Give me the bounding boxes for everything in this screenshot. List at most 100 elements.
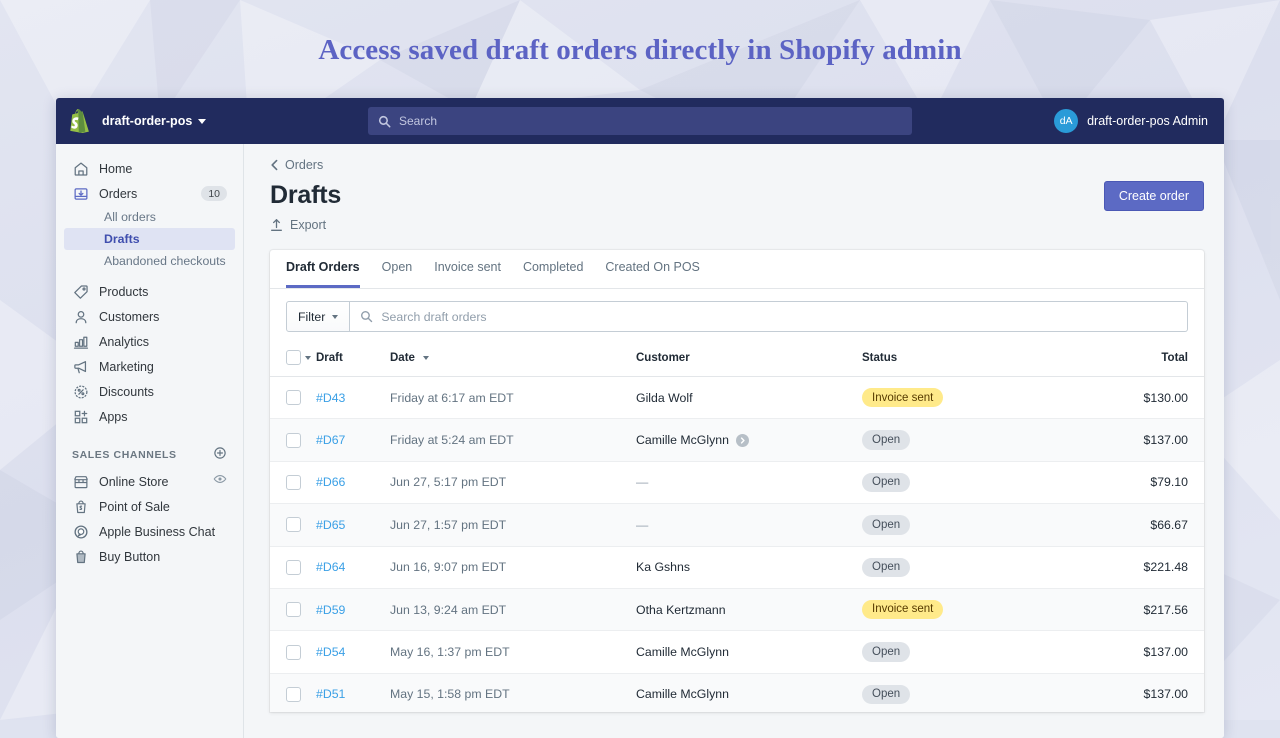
column-customer[interactable]: Customer [636,344,862,377]
row-checkbox[interactable] [286,602,301,618]
sidebar-item-marketing[interactable]: Marketing [64,354,235,379]
export-button[interactable]: Export [270,218,1204,232]
tab-created-on-pos[interactable]: Created On POS [605,260,700,288]
user-name-label: draft-order-pos Admin [1087,114,1208,128]
status-badge: Open [862,684,911,704]
tab-invoice-sent[interactable]: Invoice sent [434,260,501,288]
row-checkbox[interactable] [286,475,301,491]
sidebar-item-analytics[interactable]: Analytics [64,329,235,354]
column-status[interactable]: Status [862,344,1062,377]
sidebar-item-orders[interactable]: Orders 10 [64,181,235,206]
row-checkbox[interactable] [286,517,301,533]
sidebar-item-point-of-sale[interactable]: Point of Sale [64,494,235,519]
sidebar-item-label: Buy Button [99,549,161,564]
user-menu[interactable]: dA draft-order-pos Admin [1054,109,1208,133]
row-date: Friday at 6:17 am EDT [390,376,636,420]
draft-link[interactable]: #D65 [316,518,345,532]
column-draft[interactable]: Draft [316,344,390,377]
avatar: dA [1054,109,1079,133]
table-row[interactable]: #D43 Friday at 6:17 am EDT Gilda Wolf Invoi… [270,376,1204,420]
main-content: Orders Drafts Create order Export Draft … [244,144,1224,738]
table-row[interactable]: #D65 Jun 27, 1:57 pm EDT — Open $66.67 [270,503,1204,547]
search-draft-orders-placeholder: Search draft orders [381,309,487,324]
chat-bubble-icon [72,523,89,540]
tab-draft-orders[interactable]: Draft Orders [286,260,360,288]
column-total[interactable]: Total [1062,344,1204,377]
row-status: Open [862,673,1062,712]
tag-icon [72,283,89,300]
sidebar-item-label: Online Store [99,474,169,489]
row-customer: Camille McGlynn [636,418,862,462]
row-total: $137.00 [1062,630,1204,674]
search-draft-orders-input[interactable]: Search draft orders [350,301,1188,332]
sidebar-subitem-drafts[interactable]: Drafts [64,228,235,250]
sidebar-subitem-label: All orders [104,210,156,224]
draft-link[interactable]: #D51 [316,687,345,701]
draft-link[interactable]: #D59 [316,603,345,617]
table-row[interactable]: #D64 Jun 16, 9:07 pm EDT Ka Gshns Open $221.… [270,546,1204,589]
sidebar-item-discounts[interactable]: Discounts [64,379,235,404]
row-status: Open [862,461,1062,505]
row-checkbox[interactable] [286,644,301,660]
sales-channels-title: SALES CHANNELS [72,449,177,461]
draft-link[interactable]: #D66 [316,475,345,489]
status-badge: Open [862,642,911,662]
row-date: Jun 27, 1:57 pm EDT [390,503,636,547]
row-checkbox[interactable] [286,390,301,406]
select-all-checkbox[interactable] [286,350,301,365]
global-search-placeholder: Search [399,114,438,128]
sidebar-item-customers[interactable]: Customers [64,304,235,329]
tab-bar: Draft Orders Open Invoice sent Completed… [270,250,1204,289]
tab-open[interactable]: Open [382,260,413,288]
tab-completed[interactable]: Completed [523,260,583,288]
sidebar-subitem-all-orders[interactable]: All orders [64,206,235,228]
row-date: Friday at 5:24 am EDT [390,418,636,462]
draft-link[interactable]: #D43 [316,391,345,405]
plus-circle-icon[interactable] [213,446,227,465]
store-switcher[interactable]: draft-order-pos [102,114,207,128]
filter-button[interactable]: Filter [286,301,351,332]
column-select [270,344,316,377]
draft-link[interactable]: #D54 [316,645,345,659]
sidebar-item-label: Products [99,284,149,299]
sidebar-item-products[interactable]: Products [64,279,235,304]
sidebar-item-label: Point of Sale [99,499,170,514]
table-row[interactable]: #D51 May 15, 1:58 pm EDT Camille McGlynn Op… [270,673,1204,712]
row-date: Jun 13, 9:24 am EDT [390,588,636,632]
table-row[interactable]: #D54 May 16, 1:37 pm EDT Camille McGlynn Op… [270,630,1204,674]
sidebar-subitem-label: Abandoned checkouts [104,254,226,268]
row-checkbox[interactable] [286,686,301,702]
sidebar-item-label: Discounts [99,384,154,399]
sidebar-item-apple-business-chat[interactable]: Apple Business Chat [64,519,235,544]
table-row[interactable]: #D66 Jun 27, 5:17 pm EDT — Open $79.10 [270,461,1204,505]
breadcrumb[interactable]: Orders [270,158,1204,172]
shopify-bag-icon [66,108,92,134]
sidebar: Home Orders 10 All orders Drafts Abandon… [56,144,244,738]
sidebar-item-buy-button[interactable]: Buy Button [64,544,235,569]
sidebar-item-home[interactable]: Home [64,156,235,181]
create-order-button[interactable]: Create order [1103,181,1204,211]
draft-link[interactable]: #D64 [316,560,345,574]
sidebar-item-online-store[interactable]: Online Store [64,469,235,494]
row-status: Invoice sent [862,376,1062,420]
sidebar-item-apps[interactable]: Apps [64,404,235,429]
global-search-input[interactable]: Search [368,107,912,135]
sidebar-item-label: Analytics [99,334,150,349]
drafts-card: Draft Orders Open Invoice sent Completed… [270,250,1204,712]
home-icon [72,160,89,177]
row-status: Open [862,503,1062,547]
table-row[interactable]: #D59 Jun 13, 9:24 am EDT Otha Kertzmann Inv… [270,588,1204,632]
row-total: $137.00 [1062,673,1204,712]
eye-icon[interactable] [213,472,227,491]
sales-channels-header: SALES CHANNELS [64,445,235,465]
sidebar-item-label: Customers [99,309,160,324]
table-row[interactable]: #D67 Friday at 5:24 am EDT Camille McGlynn… [270,418,1204,462]
column-date[interactable]: Date [390,344,636,377]
chevron-down-icon[interactable] [305,355,311,360]
sidebar-subitem-abandoned-checkouts[interactable]: Abandoned checkouts [64,250,235,272]
draft-link[interactable]: #D67 [316,433,345,447]
customer-info-icon[interactable] [735,433,749,447]
row-total: $217.56 [1062,588,1204,632]
row-checkbox[interactable] [286,559,301,575]
row-checkbox[interactable] [286,432,301,448]
